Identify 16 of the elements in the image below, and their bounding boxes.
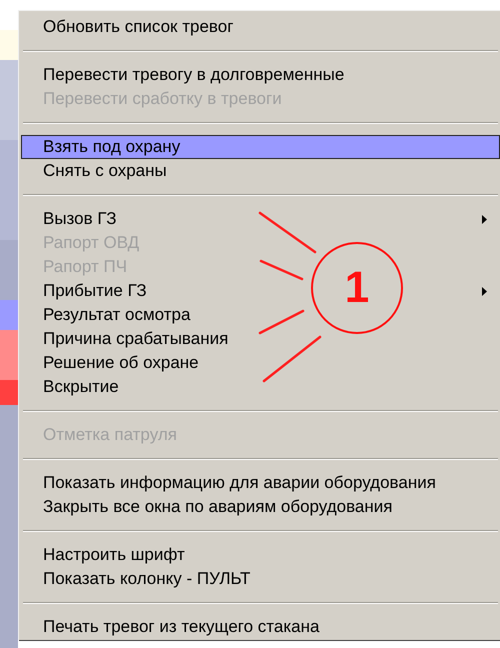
menu-item[interactable]: Решение об охране — [43, 350, 199, 376]
menu-item[interactable]: Печать тревог из текущего стакана — [43, 614, 320, 640]
menu-item[interactable]: Обновить список тревог — [43, 14, 234, 40]
menu-item[interactable]: Показать информацию для аварии оборудования — [43, 470, 436, 496]
menu-item[interactable]: Показать колонку - ПУЛЬТ — [43, 566, 250, 592]
menu-item[interactable]: Результат осмотра — [43, 302, 190, 328]
menu-item[interactable]: Взять под охрану — [21, 135, 500, 159]
menu-item[interactable]: Вскрытие — [43, 374, 119, 400]
menu-item[interactable]: Прибытие ГЗ — [43, 278, 147, 304]
menu-item[interactable]: Вызов ГЗ — [43, 206, 116, 232]
menu-item[interactable]: Перевести тревогу в долговременные — [43, 62, 344, 88]
menu-item[interactable]: Причина срабатывания — [43, 326, 228, 352]
annotation-number: 1 — [311, 242, 403, 334]
menu-item[interactable]: Настроить шрифт — [43, 542, 185, 568]
menu-item[interactable]: Закрыть все окна по авариям оборудования — [43, 494, 392, 520]
menu-item[interactable]: Снять с охраны — [43, 158, 167, 184]
